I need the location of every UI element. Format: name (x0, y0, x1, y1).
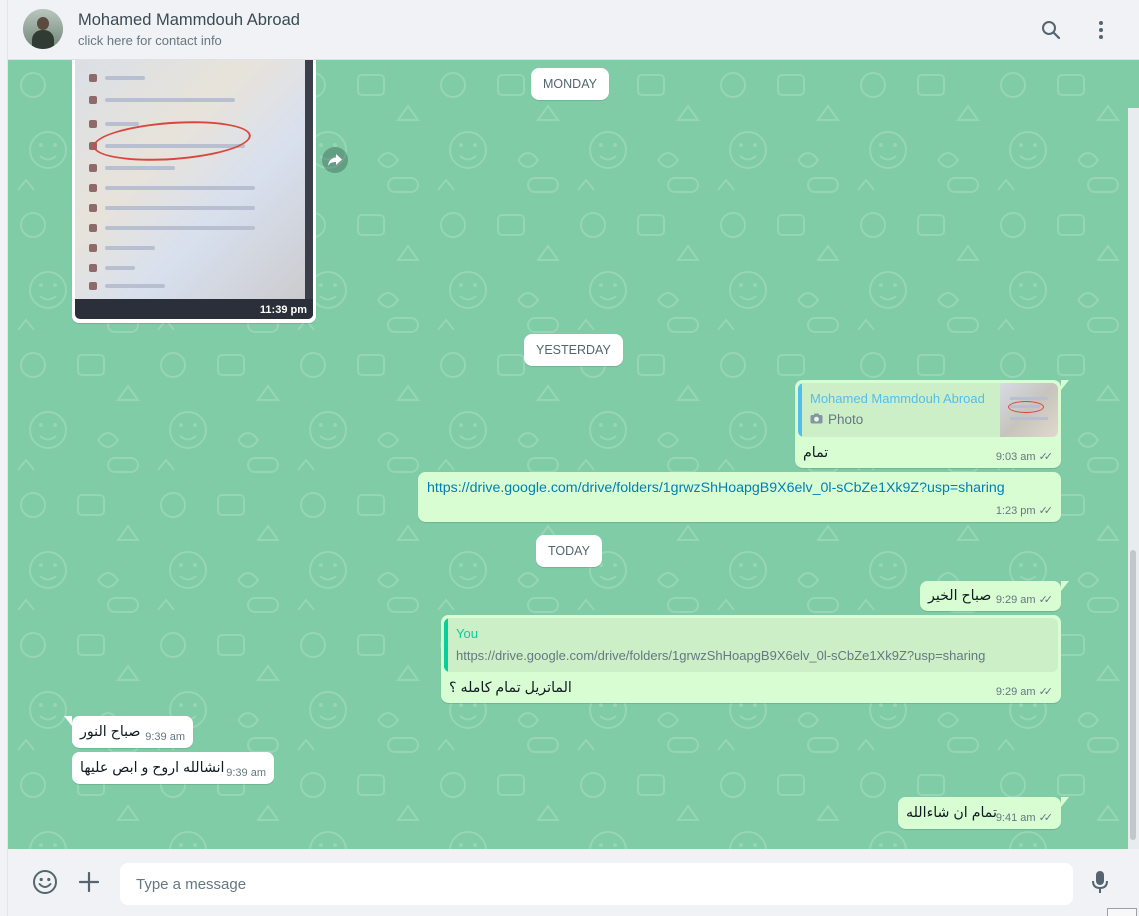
quote-author: Mohamed Mammdouh Abroad (810, 391, 985, 406)
composer (8, 849, 1139, 916)
emoji-icon[interactable] (30, 867, 60, 897)
quoted-message[interactable]: You https://drive.google.com/drive/folde… (444, 618, 1058, 672)
message-time: 9:29 am (995, 593, 1036, 606)
message-bubble[interactable]: صباح النور 9:39 am (64, 716, 193, 748)
scrollbar-thumb[interactable] (1130, 550, 1136, 840)
double-check-icon: ✓✓ (1038, 505, 1054, 517)
message-list[interactable]: MONDAY 11:39 pm YESTERDAY Mohamed Mammdo… (8, 60, 1128, 849)
message-time: 9:03 am (995, 450, 1036, 463)
date-separator: YESTERDAY (524, 334, 623, 366)
message-text: انشالله اروح و ابص عليها (80, 760, 225, 776)
quoted-message[interactable]: Mohamed Mammdouh Abroad Photo (798, 383, 1058, 437)
message-text: صباح الخير (928, 588, 992, 604)
contact-name[interactable]: Mohamed Mammdouh Abroad (78, 11, 300, 30)
double-check-icon: ✓✓ (1038, 686, 1054, 698)
forward-icon[interactable] (322, 147, 348, 173)
quote-author: You (456, 626, 478, 641)
microphone-icon[interactable] (1085, 867, 1115, 897)
chat-header[interactable]: Mohamed Mammdouh Abroad click here for c… (8, 0, 1139, 60)
message-time: 11:39 pm (259, 304, 307, 316)
message-bubble[interactable]: Mohamed Mammdouh Abroad Photo تمام 9:03 … (795, 380, 1069, 468)
message-bubble[interactable]: انشالله اروح و ابص عليها 9:39 am (72, 752, 274, 784)
double-check-icon: ✓✓ (1038, 451, 1054, 463)
quote-photo-thumbnail (1000, 383, 1058, 437)
search-icon[interactable] (1039, 18, 1063, 42)
photo-thumbnail[interactable]: 11:39 pm (75, 60, 313, 319)
scrollbar[interactable] (1128, 60, 1139, 849)
message-text: تمام ان شاءالله (906, 805, 997, 821)
date-separator: TODAY (536, 535, 602, 567)
message-link[interactable]: https://drive.google.com/drive/folders/1… (427, 480, 1005, 496)
message-text: تمام (803, 445, 829, 461)
message-input[interactable] (120, 863, 1073, 905)
double-check-icon: ✓✓ (1038, 812, 1054, 824)
menu-icon[interactable] (1089, 18, 1113, 42)
message-time: 1:23 pm (995, 504, 1036, 517)
quote-text: https://drive.google.com/drive/folders/1… (456, 648, 986, 663)
avatar[interactable] (23, 9, 63, 49)
photo-message[interactable]: 11:39 pm (72, 60, 316, 323)
message-bubble[interactable]: صباح الخير 9:29 am ✓✓ (920, 581, 1069, 611)
camera-icon (810, 412, 823, 427)
message-time: 9:39 am (226, 767, 266, 779)
date-separator: MONDAY (531, 68, 609, 100)
message-time: 9:39 am (145, 731, 185, 743)
message-text: صباح النور (80, 724, 141, 740)
attach-icon[interactable] (74, 867, 104, 897)
double-check-icon: ✓✓ (1038, 594, 1054, 606)
quote-text: Photo (828, 412, 864, 427)
contact-info-hint[interactable]: click here for contact info (78, 33, 222, 48)
message-text: الماتريل تمام كامله ؟ (449, 680, 572, 696)
window-corner (1107, 908, 1137, 916)
message-time: 9:41 am (995, 811, 1036, 824)
message-bubble[interactable]: You https://drive.google.com/drive/folde… (441, 615, 1061, 703)
message-bubble[interactable]: تمام ان شاءالله 9:41 am ✓✓ (898, 797, 1069, 829)
message-time: 9:29 am (995, 685, 1036, 698)
left-panel-edge (0, 0, 8, 916)
message-bubble[interactable]: https://drive.google.com/drive/folders/1… (418, 472, 1061, 522)
